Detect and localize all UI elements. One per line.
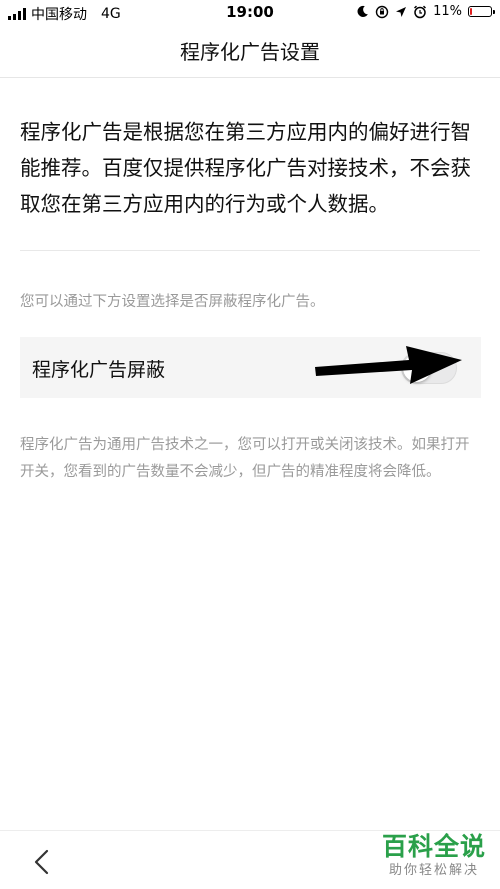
arrow-right-icon <box>315 346 462 384</box>
setting-label: 程序化广告屏蔽 <box>32 359 166 381</box>
hint-text: 您可以通过下方设置选择是否屏蔽程序化广告。 <box>20 294 325 310</box>
divider <box>20 250 480 251</box>
location-arrow-icon <box>396 6 407 17</box>
bottom-bar: 百科全说 助你轻松解决 <box>0 830 500 889</box>
battery-percent: 11% <box>433 4 462 19</box>
battery-icon <box>468 6 495 17</box>
watermark-title: 百科全说 <box>381 832 486 861</box>
nav-bar: 程序化广告设置 <box>0 26 500 78</box>
description-text: 程序化广告为通用广告技术之一，您可以打开或关闭该技术。如果打开开关，您看到的广告… <box>20 437 470 480</box>
moon-icon <box>357 5 368 17</box>
battery-fill <box>470 8 472 15</box>
watermark: 百科全说 助你轻松解决 <box>382 831 486 879</box>
status-bar: 中国移动 4G 19:00 11% <box>0 0 500 26</box>
chevron-left-icon[interactable] <box>28 847 58 877</box>
intro-paragraph: 程序化广告是根据您在第三方应用内的偏好进行智能推荐。百度仅提供程序化广告对接技术… <box>20 120 471 216</box>
alarm-icon <box>414 5 427 18</box>
watermark-subtitle: 助你轻松解决 <box>388 863 479 878</box>
orientation-lock-icon <box>375 5 389 18</box>
status-right: 11% <box>356 4 495 19</box>
page-title: 程序化广告设置 <box>180 40 320 64</box>
